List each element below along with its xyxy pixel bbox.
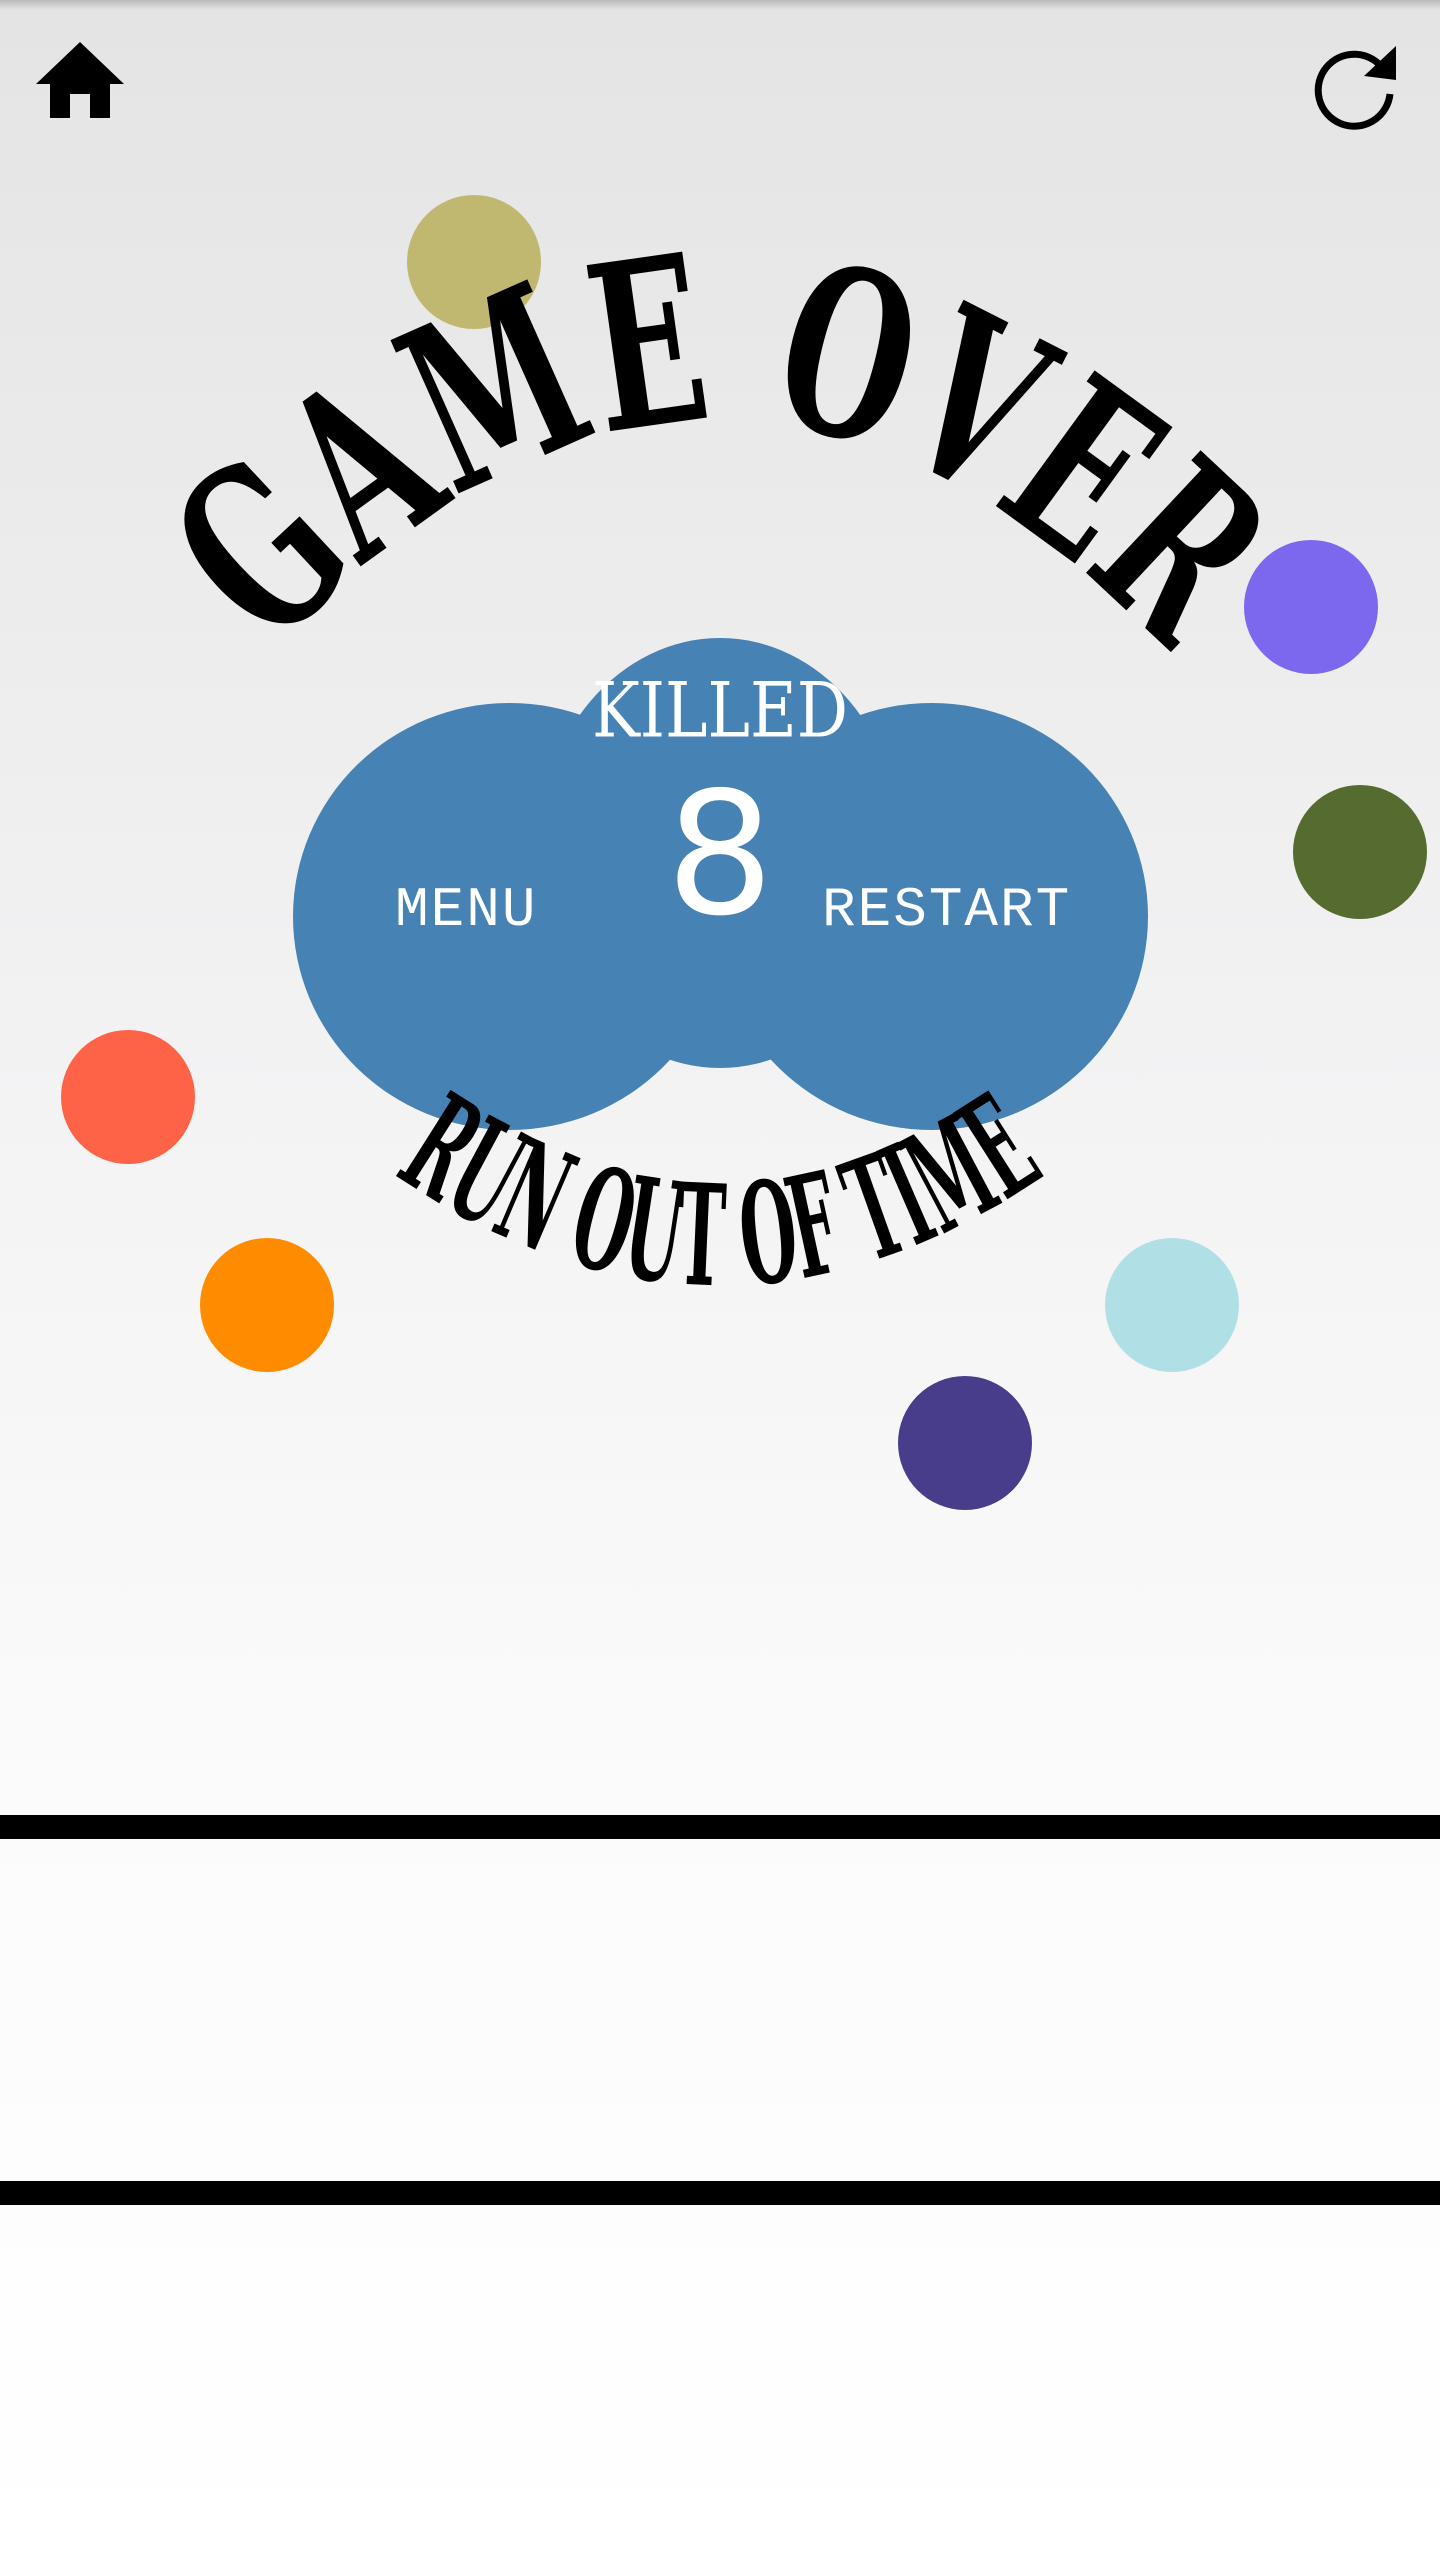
arc-titles: GAME OVER RUN OUT OF TIME [123, 204, 1318, 1320]
lane-top-line [0, 1815, 1440, 1839]
lane-bottom-line [0, 2181, 1440, 2205]
run-out-of-time-subtitle: RUN OUT OF TIME [375, 1065, 1065, 1320]
game-over-title: GAME OVER [123, 204, 1318, 693]
